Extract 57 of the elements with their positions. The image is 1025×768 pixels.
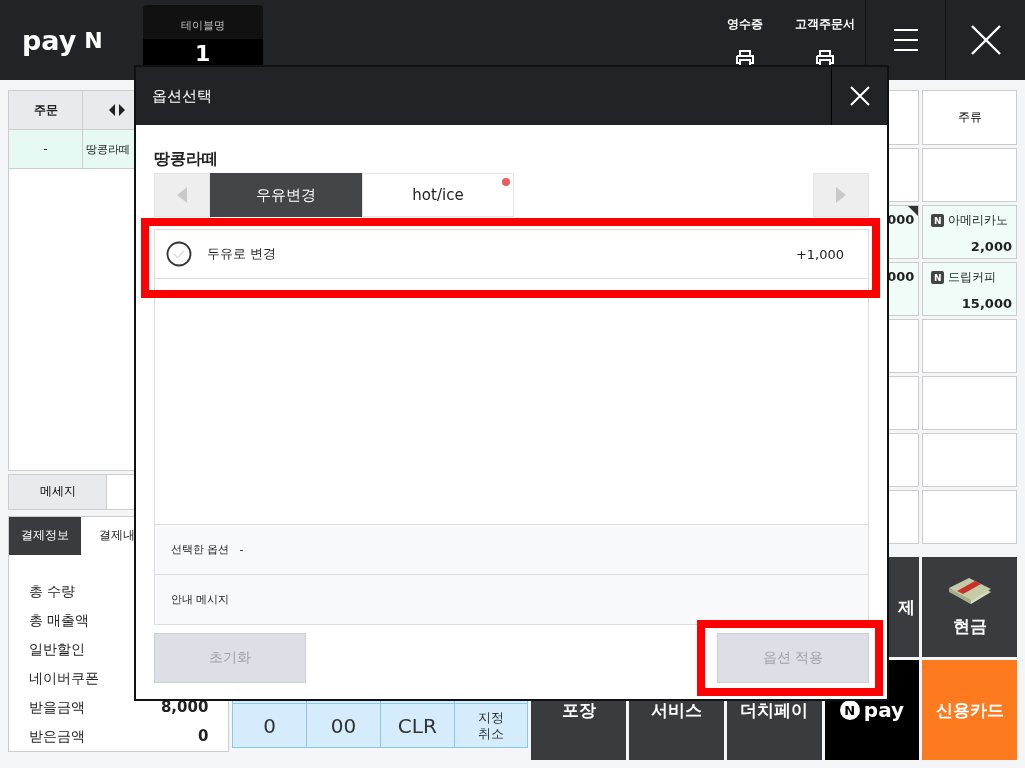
summary-label: 총 수량	[29, 582, 76, 601]
menu-slot[interactable]	[922, 490, 1017, 544]
column-header: 주문	[9, 91, 83, 129]
close-icon	[970, 25, 1001, 55]
notice-label: 안내 메시지	[171, 592, 230, 607]
summary-value: 0	[197, 729, 209, 744]
sort-arrows-icon	[109, 104, 125, 116]
previous-button[interactable]	[154, 173, 210, 217]
keypad-key[interactable]: 00	[307, 703, 381, 747]
selected-option-value: -	[239, 543, 244, 556]
tab[interactable]: 결제정보	[9, 516, 81, 555]
summary-label: 총 매출액	[29, 611, 90, 630]
summary-label: 받을금액	[29, 698, 85, 717]
option-tab[interactable]: hot/ice	[362, 173, 514, 217]
menu-price: 000	[887, 269, 915, 284]
option-price: +1,000	[795, 246, 844, 262]
left-arrow-icon	[177, 187, 187, 203]
product-name: 땅콩라떼	[154, 149, 219, 170]
menu-slot[interactable]	[922, 319, 1017, 373]
message-button[interactable]: 메세지	[9, 474, 107, 509]
summary-label: 네이버쿠폰	[29, 669, 99, 688]
cash-icon	[946, 576, 993, 607]
menu-name: 아메리카노	[948, 212, 1009, 229]
table-cell: 땅콩라떼	[86, 141, 130, 157]
menu-slot[interactable]	[922, 376, 1017, 430]
radio-check-icon[interactable]	[166, 241, 192, 267]
selected-option-label: 선택한 옵션	[171, 542, 230, 557]
print-button[interactable]: 영수증	[705, 0, 785, 80]
menu-item[interactable]: N 아메리카노 2,000	[922, 205, 1017, 259]
menu-icon	[892, 28, 919, 52]
table-cell: -	[9, 130, 83, 168]
menu-item[interactable]: N 드립커피 15,000	[922, 262, 1017, 316]
print-button[interactable]: 고객주문서	[785, 0, 865, 80]
logo: pay N	[21, 23, 104, 58]
summary-label: 일반할인	[29, 640, 85, 659]
menu-name: 드립커피	[948, 269, 997, 286]
menu-slot[interactable]	[922, 148, 1017, 202]
right-arrow-icon	[836, 187, 846, 203]
keypad-key[interactable]: CLR	[380, 703, 455, 747]
dialog-title: 옵션선택	[151, 86, 213, 106]
option-tab[interactable]: 우유변경	[210, 173, 362, 217]
summary-label: 받은금액	[29, 727, 85, 746]
keypad-key[interactable]: 지정 취소	[454, 703, 528, 747]
naver-badge: N	[931, 214, 945, 227]
menu-slot[interactable]	[922, 433, 1017, 487]
table-label: 테이블명	[179, 18, 226, 34]
option-label: 두유로 변경	[207, 245, 278, 263]
next-button[interactable]	[813, 173, 869, 217]
close-icon	[849, 86, 870, 106]
keypad-key[interactable]: 0	[233, 703, 308, 747]
menu-price: 000	[887, 212, 915, 227]
naver-badge: N	[931, 271, 945, 284]
option-row[interactable]: 두유로 변경 +1,000	[155, 230, 868, 279]
menu-price: 2,000	[970, 239, 1012, 254]
category-tab[interactable]: 주류	[922, 90, 1017, 145]
payment-button[interactable]: 현금	[922, 557, 1017, 657]
menu-price: 15,000	[961, 296, 1012, 311]
